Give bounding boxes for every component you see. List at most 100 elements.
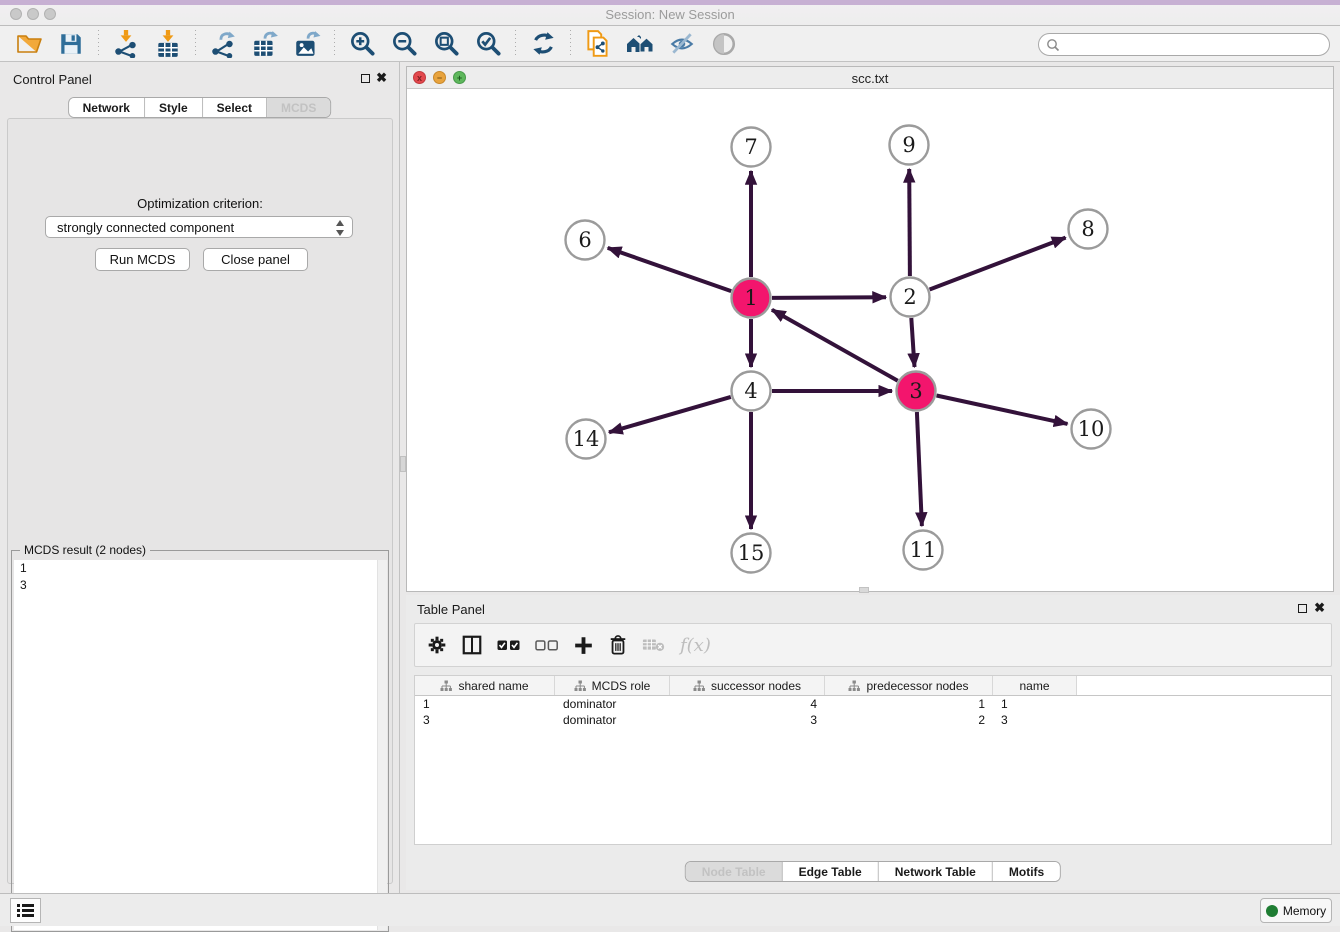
- select-all-columns-icon[interactable]: [497, 638, 521, 652]
- edge-3-10[interactable]: [937, 396, 1068, 424]
- svg-text:15: 15: [738, 541, 765, 565]
- delete-column-icon[interactable]: [608, 634, 628, 656]
- zoom-fit-icon[interactable]: [431, 29, 461, 59]
- node-3[interactable]: 3: [897, 372, 936, 411]
- edge-3-1[interactable]: [772, 310, 898, 381]
- float-panel-icon[interactable]: [361, 74, 370, 83]
- close-table-panel-icon[interactable]: ✖: [1314, 600, 1325, 615]
- table-cell[interactable]: 3: [415, 712, 555, 728]
- table-cell[interactable]: 1: [993, 696, 1077, 712]
- node-15[interactable]: 15: [732, 534, 771, 573]
- table-row[interactable]: 1dominator411: [415, 696, 1331, 712]
- table-cell[interactable]: 1: [825, 696, 993, 712]
- result-line: 1: [14, 560, 387, 577]
- select-stepper-icon: [336, 220, 345, 236]
- network-window: x − + scc.txt 7 9 6 8 1 2 4 3 14 10 15 11: [406, 66, 1334, 592]
- tab-select[interactable]: Select: [203, 98, 267, 117]
- tab-mcds[interactable]: MCDS: [267, 98, 330, 117]
- node-1[interactable]: 1: [732, 279, 771, 318]
- edge-2-9[interactable]: [909, 169, 910, 276]
- zoom-out-icon[interactable]: [389, 29, 419, 59]
- tab-node-table[interactable]: Node Table: [686, 862, 783, 881]
- node-table: shared nameMCDS rolesuccessor nodesprede…: [414, 675, 1332, 845]
- edge-3-11[interactable]: [917, 412, 922, 526]
- column-layout-icon[interactable]: [461, 634, 483, 656]
- unselect-all-columns-icon[interactable]: [535, 638, 559, 652]
- edge-1-6[interactable]: [608, 248, 732, 291]
- close-panel-button[interactable]: Close panel: [203, 248, 308, 271]
- hide-selected-icon[interactable]: [667, 29, 697, 59]
- export-image-icon[interactable]: [292, 29, 322, 59]
- table-cell[interactable]: 2: [825, 712, 993, 728]
- memory-button[interactable]: Memory: [1260, 898, 1332, 923]
- table-cell[interactable]: dominator: [555, 696, 670, 712]
- svg-text:1: 1: [744, 286, 757, 310]
- node-14[interactable]: 14: [567, 420, 606, 459]
- node-9[interactable]: 9: [890, 126, 929, 165]
- show-all-icon[interactable]: [709, 29, 739, 59]
- table-settings-gear-icon[interactable]: [427, 635, 447, 655]
- tab-edge-table[interactable]: Edge Table: [783, 862, 879, 881]
- column-header-MCDS-role[interactable]: MCDS role: [555, 676, 670, 695]
- edge-1-2[interactable]: [772, 297, 886, 298]
- control-panel-title: Control Panel: [13, 72, 92, 87]
- edge-2-8[interactable]: [930, 238, 1066, 290]
- tab-style[interactable]: Style: [145, 98, 203, 117]
- add-column-icon[interactable]: [573, 635, 594, 656]
- table-panel-title: Table Panel: [417, 602, 485, 617]
- close-panel-icon[interactable]: ✖: [376, 70, 387, 85]
- criterion-select[interactable]: strongly connected component: [45, 216, 353, 238]
- table-cell[interactable]: 3: [993, 712, 1077, 728]
- table-cell[interactable]: 4: [670, 696, 825, 712]
- first-neighbors-icon[interactable]: [625, 29, 655, 59]
- duplicate-network-icon[interactable]: [583, 29, 613, 59]
- search-box[interactable]: [1038, 33, 1330, 56]
- edge-2-3[interactable]: [911, 318, 914, 367]
- open-session-icon[interactable]: [14, 29, 44, 59]
- float-table-panel-icon[interactable]: [1298, 604, 1307, 613]
- toolbar-separator: [98, 30, 99, 58]
- table-cell[interactable]: dominator: [555, 712, 670, 728]
- split-divider-handle[interactable]: [400, 456, 406, 472]
- svg-text:9: 9: [902, 133, 915, 157]
- node-2[interactable]: 2: [891, 278, 930, 317]
- table-body: 1dominator4113dominator323: [415, 696, 1331, 728]
- toolbar-separator: [195, 30, 196, 58]
- network-canvas-svg: 7 9 6 8 1 2 4 3 14 10 15 11: [407, 89, 1333, 591]
- table-cell[interactable]: 3: [670, 712, 825, 728]
- table-row[interactable]: 3dominator323: [415, 712, 1331, 728]
- refresh-layout-icon[interactable]: [528, 29, 558, 59]
- run-mcds-button[interactable]: Run MCDS: [95, 248, 190, 271]
- node-10[interactable]: 10: [1072, 410, 1111, 449]
- network-canvas[interactable]: 7 9 6 8 1 2 4 3 14 10 15 11: [407, 89, 1333, 591]
- node-6[interactable]: 6: [566, 221, 605, 260]
- export-table-icon[interactable]: [250, 29, 280, 59]
- canvas-scroll-handle[interactable]: [859, 587, 869, 593]
- edge-4-14[interactable]: [609, 397, 731, 432]
- tab-motifs[interactable]: Motifs: [993, 862, 1060, 881]
- node-4[interactable]: 4: [732, 372, 771, 411]
- save-session-icon[interactable]: [56, 29, 86, 59]
- zoom-selected-icon[interactable]: [473, 29, 503, 59]
- search-input[interactable]: [1060, 36, 1329, 54]
- column-header-predecessor-nodes[interactable]: predecessor nodes: [825, 676, 993, 695]
- import-network-icon[interactable]: [111, 29, 141, 59]
- export-network-icon[interactable]: [208, 29, 238, 59]
- result-scrollbar[interactable]: [377, 560, 387, 930]
- tab-network-table[interactable]: Network Table: [879, 862, 993, 881]
- zoom-in-icon[interactable]: [347, 29, 377, 59]
- node-11[interactable]: 11: [904, 531, 943, 570]
- column-header-successor-nodes[interactable]: successor nodes: [670, 676, 825, 695]
- node-8[interactable]: 8: [1069, 210, 1108, 249]
- search-icon: [1046, 38, 1060, 52]
- import-table-icon[interactable]: [153, 29, 183, 59]
- network-window-titlebar[interactable]: x − + scc.txt: [407, 67, 1333, 89]
- mcds-result-text[interactable]: 13: [14, 560, 387, 930]
- task-history-button[interactable]: [10, 898, 41, 923]
- table-cell[interactable]: 1: [415, 696, 555, 712]
- tab-network[interactable]: Network: [69, 98, 145, 117]
- node-7[interactable]: 7: [732, 128, 771, 167]
- column-header-name[interactable]: name: [993, 676, 1077, 695]
- column-header-shared-name[interactable]: shared name: [415, 676, 555, 695]
- mcds-pane: Optimization criterion: strongly connect…: [7, 118, 393, 884]
